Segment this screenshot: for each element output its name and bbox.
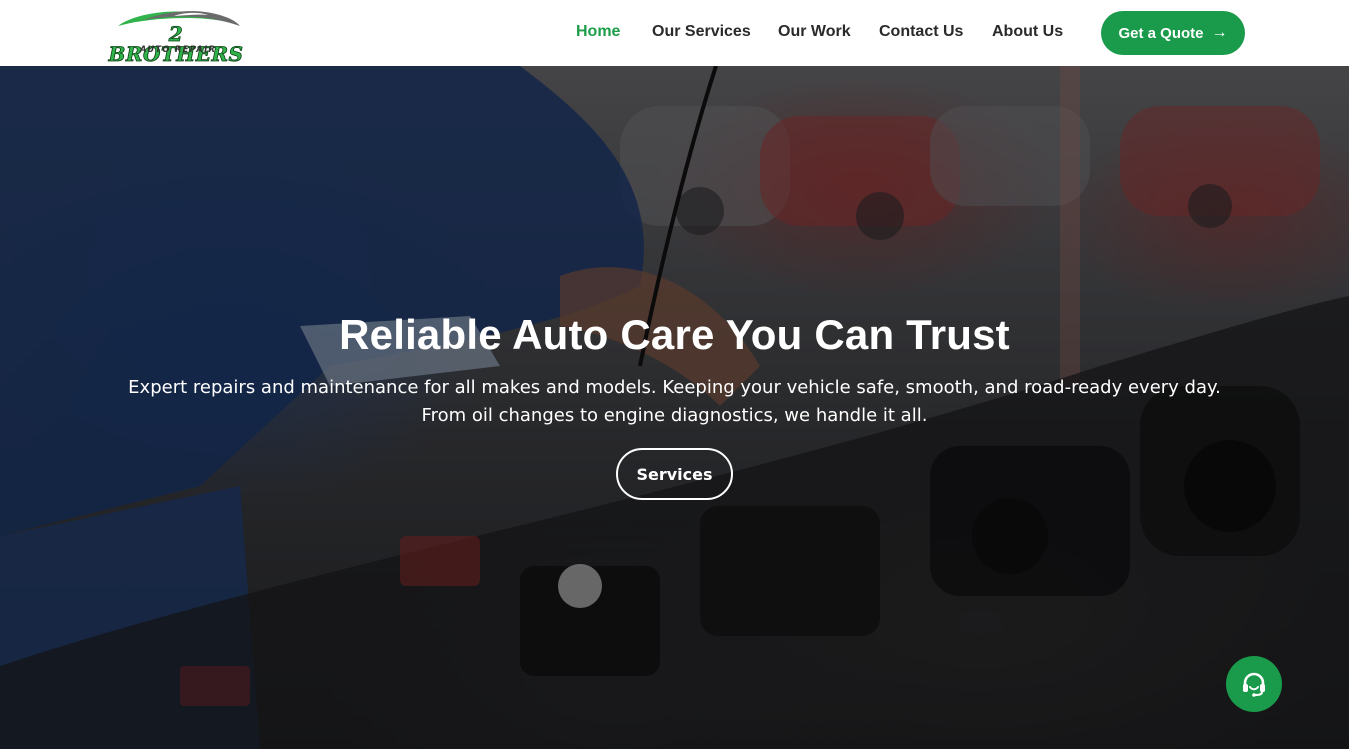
support-chat-button[interactable]	[1226, 656, 1282, 712]
nav-about-us[interactable]: About Us	[992, 22, 1063, 42]
hero-title: Reliable Auto Care You Can Trust	[339, 311, 1010, 358]
get-a-quote-button[interactable]: Get a Quote →	[1101, 11, 1245, 55]
hero-subtitle: Expert repairs and maintenance for all m…	[128, 377, 1221, 426]
brand-name: 2 BROTHERS	[108, 22, 244, 66]
nav-contact-us[interactable]: Contact Us	[879, 22, 963, 42]
headset-icon	[1243, 672, 1265, 697]
site-header: 2 BROTHERS AUTO REPAIR Home Our Services…	[0, 0, 1349, 66]
arrow-right-icon: →	[1211, 24, 1228, 41]
brand-tagline: AUTO REPAIR	[139, 45, 217, 55]
get-a-quote-label: Get a Quote	[1118, 24, 1204, 42]
hero-section: Reliable Auto Care You Can Trust Expert …	[0, 66, 1349, 749]
brand-logo[interactable]: 2 BROTHERS AUTO REPAIR	[104, 6, 248, 64]
nav-our-work[interactable]: Our Work	[778, 22, 851, 42]
nav-our-services[interactable]: Our Services	[652, 22, 751, 42]
services-button[interactable]: Services	[616, 448, 733, 500]
nav-home[interactable]: Home	[576, 22, 620, 42]
